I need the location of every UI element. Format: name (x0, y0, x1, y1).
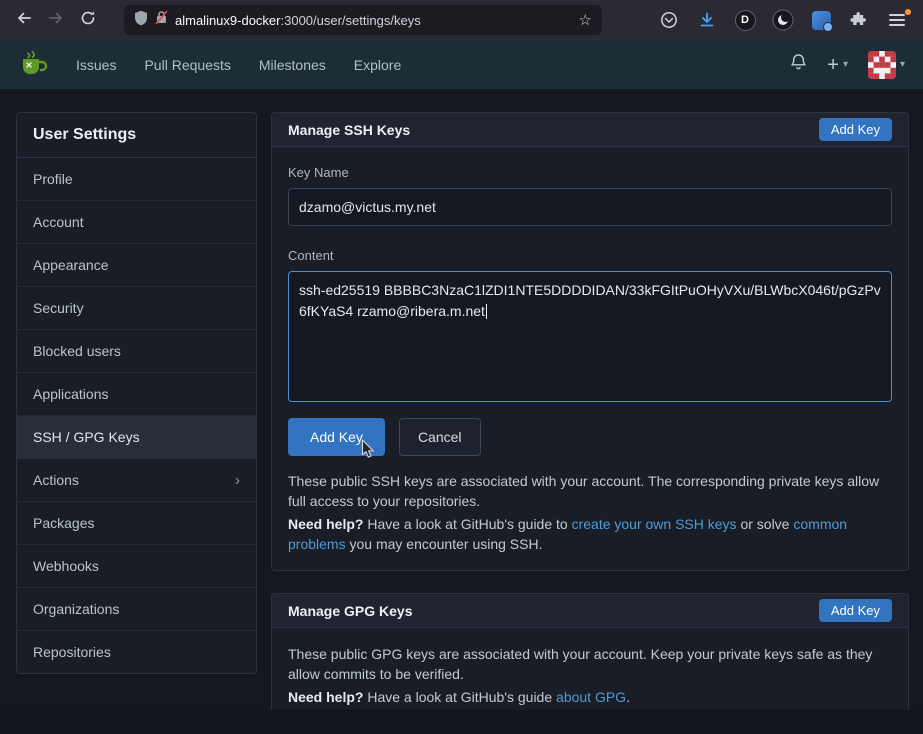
nav-item-milestones[interactable]: Milestones (245, 40, 340, 90)
forward-arrow-icon (48, 10, 64, 31)
gpg-add-key-toggle-button[interactable]: Add Key (819, 599, 892, 622)
sidebar-item-repositories[interactable]: Repositories (17, 631, 256, 673)
page-footer (0, 710, 923, 734)
settings-main: Manage SSH Keys Add Key Key Name Content… (271, 112, 909, 710)
sidebar-item-ssh-gpg-keys[interactable]: SSH / GPG Keys (17, 416, 256, 459)
user-menu[interactable]: ▾ (868, 51, 905, 79)
reload-button[interactable] (72, 4, 104, 36)
insecure-lock-icon[interactable] (155, 10, 168, 30)
url-bar[interactable]: almalinux9-docker:3000/user/settings/key… (124, 5, 602, 35)
sidebar-item-account[interactable]: Account (17, 201, 256, 244)
sidebar-item-applications[interactable]: Applications (17, 373, 256, 416)
ssh-card-title: Manage SSH Keys (288, 122, 410, 138)
url-text: almalinux9-docker:3000/user/settings/key… (175, 13, 421, 28)
chevron-down-icon: ▾ (843, 59, 848, 70)
downloads-icon[interactable] (691, 4, 723, 36)
nav-item-explore[interactable]: Explore (340, 40, 415, 90)
extension-d-icon[interactable]: D (729, 4, 761, 36)
sidebar-item-security[interactable]: Security (17, 287, 256, 330)
link-create-ssh-keys[interactable]: create your own SSH keys (572, 516, 737, 532)
settings-page: User Settings Profile Account Appearance… (0, 90, 923, 710)
sidebar-item-packages[interactable]: Packages (17, 502, 256, 545)
gitea-navbar: Issues Pull Requests Milestones Explore … (0, 40, 923, 90)
back-button[interactable] (8, 4, 40, 36)
cancel-button[interactable]: Cancel (399, 418, 481, 456)
sidebar-item-webhooks[interactable]: Webhooks (17, 545, 256, 588)
sidebar-item-actions[interactable]: Actions› (17, 459, 256, 502)
chevron-down-icon: ▾ (900, 59, 905, 70)
avatar (868, 51, 896, 79)
chevron-right-icon: › (235, 473, 240, 488)
gpg-card-body: These public GPG keys are associated wit… (272, 628, 908, 710)
ssh-card-header: Manage SSH Keys Add Key (272, 113, 908, 147)
key-name-input[interactable] (288, 188, 892, 226)
forward-button[interactable] (40, 4, 72, 36)
gpg-help-text: These public GPG keys are associated wit… (288, 644, 892, 685)
ssh-add-key-toggle-button[interactable]: Add Key (819, 118, 892, 141)
settings-sidebar: User Settings Profile Account Appearance… (16, 112, 257, 674)
key-name-label: Key Name (288, 165, 892, 180)
extension-colored-icon[interactable] (805, 4, 837, 36)
gitea-logo[interactable] (18, 50, 48, 80)
gpg-help-links: Need help? Have a look at GitHub's guide… (288, 687, 892, 707)
ssh-help-text: These public SSH keys are associated wit… (288, 471, 892, 512)
back-arrow-icon (16, 10, 32, 31)
gpg-keys-card: Manage GPG Keys Add Key These public GPG… (271, 593, 909, 710)
sidebar-item-profile[interactable]: Profile (17, 158, 256, 201)
application-window: almalinux9-docker:3000/user/settings/key… (0, 0, 923, 734)
ssh-content-textarea[interactable]: ssh-ed25519 BBBBC3NzaC1lZDI1NTE5DDDDIDAN… (288, 271, 892, 402)
ssh-form-buttons: Add Key Cancel (288, 418, 892, 456)
gpg-card-header: Manage GPG Keys Add Key (272, 594, 908, 628)
mouse-cursor (361, 439, 376, 465)
link-about-gpg[interactable]: about GPG (556, 689, 626, 705)
extension-dark-icon[interactable] (767, 4, 799, 36)
sidebar-item-appearance[interactable]: Appearance (17, 244, 256, 287)
nav-item-pull-requests[interactable]: Pull Requests (130, 40, 244, 90)
create-new-menu[interactable]: + ▾ (827, 55, 848, 75)
ssh-help-links: Need help? Have a look at GitHub's guide… (288, 514, 892, 555)
navbar-right-controls: + ▾ ▾ (790, 51, 905, 79)
content-label: Content (288, 248, 892, 263)
nav-item-issues[interactable]: Issues (62, 40, 130, 90)
sidebar-item-blocked-users[interactable]: Blocked users (17, 330, 256, 373)
toolbar-extension-area: D (653, 4, 915, 36)
sidebar-item-organizations[interactable]: Organizations (17, 588, 256, 631)
browser-toolbar: almalinux9-docker:3000/user/settings/key… (0, 0, 923, 40)
plus-icon: + (827, 55, 839, 75)
bookmark-star-icon[interactable]: ☆ (579, 13, 592, 28)
reload-icon (80, 10, 96, 31)
sidebar-title: User Settings (17, 113, 256, 158)
text-cursor (486, 304, 487, 319)
notifications-bell-icon[interactable] (790, 53, 807, 76)
pocket-icon[interactable] (653, 4, 685, 36)
ssh-keys-card: Manage SSH Keys Add Key Key Name Content… (271, 112, 909, 571)
gpg-card-title: Manage GPG Keys (288, 603, 413, 619)
extensions-puzzle-icon[interactable] (843, 4, 875, 36)
tracking-shield-icon[interactable] (134, 10, 148, 31)
menu-hamburger-icon[interactable] (881, 4, 913, 36)
ssh-card-body: Key Name Content ssh-ed25519 BBBBC3NzaC1… (272, 147, 908, 570)
